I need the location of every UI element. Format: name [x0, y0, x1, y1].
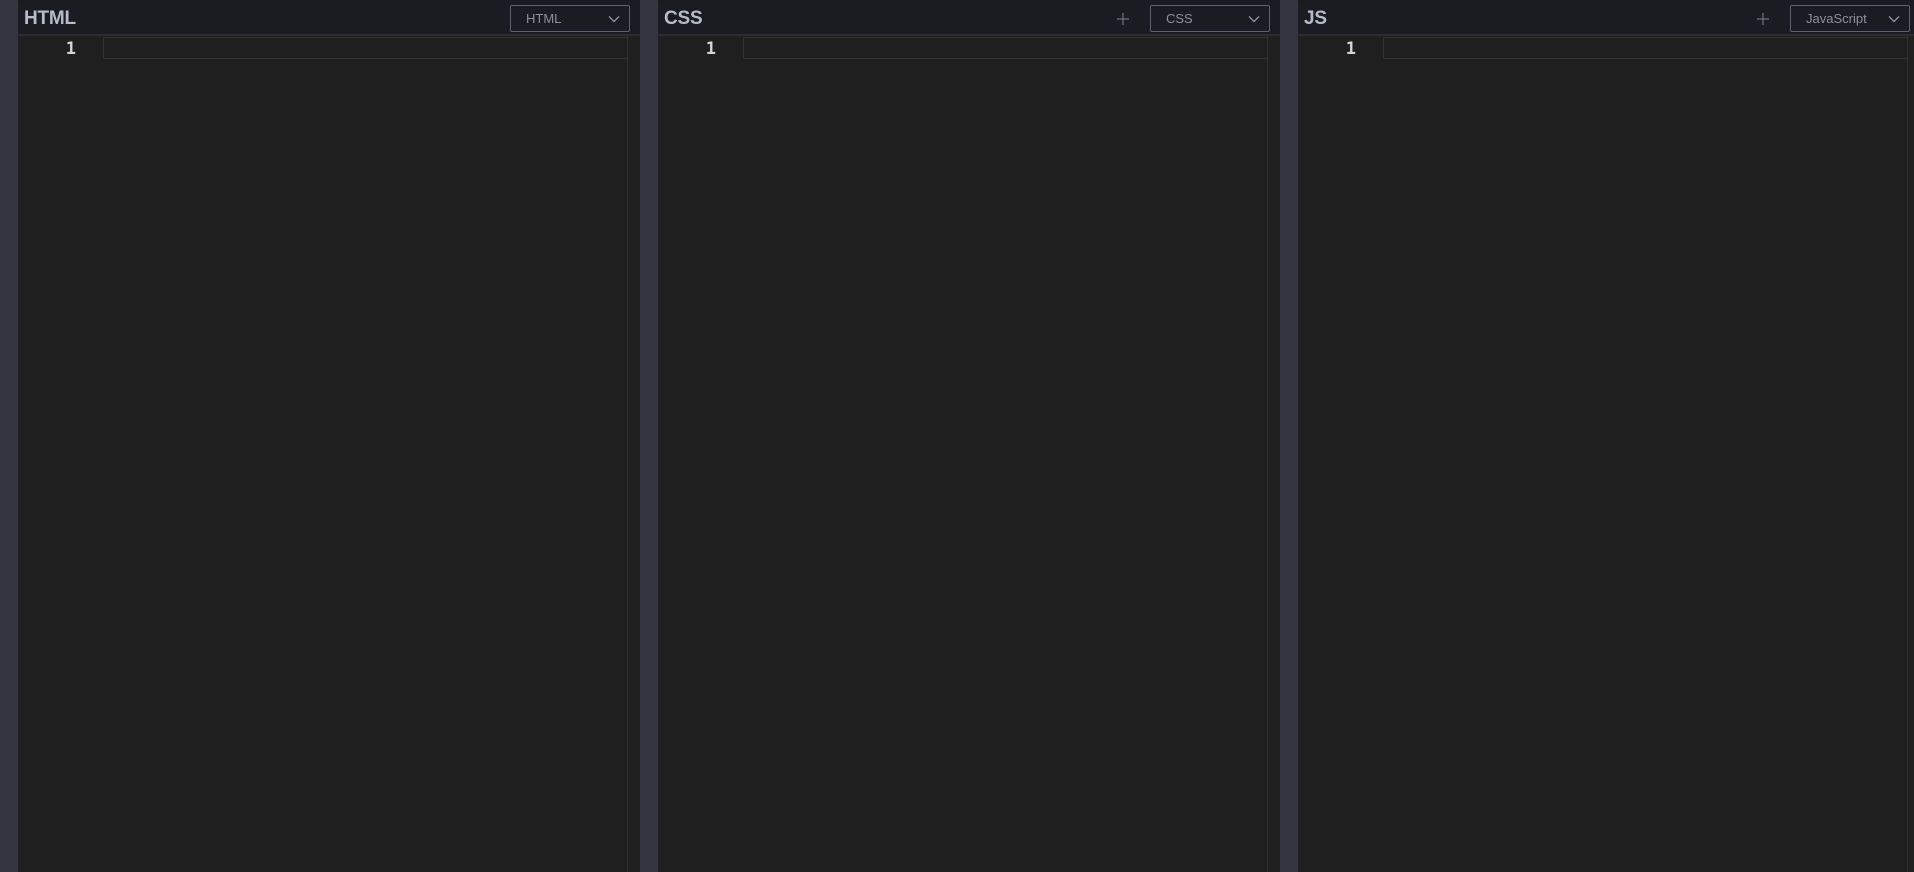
right-resize-gutter[interactable]	[1280, 0, 1298, 872]
html-language-select-value: HTML	[526, 11, 562, 26]
line-number: 1	[1345, 39, 1356, 59]
active-line-highlight	[1383, 37, 1914, 59]
css-language-select-value: CSS	[1166, 11, 1193, 26]
css-add-button[interactable]	[1110, 6, 1136, 32]
css-pane-title: CSS	[664, 7, 703, 29]
chevron-down-icon	[1888, 11, 1900, 26]
css-code-editor[interactable]: 1	[658, 36, 1280, 872]
plus-icon	[1116, 12, 1130, 26]
plus-icon	[1756, 12, 1770, 26]
js-language-select[interactable]: JavaScript	[1790, 5, 1910, 32]
chevron-down-icon	[608, 11, 620, 26]
js-language-select-value: JavaScript	[1806, 11, 1867, 26]
js-pane: JS JavaScript 1	[1298, 0, 1914, 872]
line-number: 1	[705, 39, 716, 59]
html-code-editor[interactable]: 1	[18, 36, 640, 872]
css-pane: CSS CSS 1	[658, 0, 1280, 872]
code-editor-app: HTML HTML 1 CSS CSS 1 JS JavaScript 1	[0, 0, 1914, 872]
css-pane-header: CSS CSS	[658, 0, 1280, 36]
editor-scrollbar[interactable]	[628, 36, 640, 872]
html-pane-title: HTML	[24, 7, 76, 29]
js-add-button[interactable]	[1750, 6, 1776, 32]
js-pane-title: JS	[1304, 7, 1327, 29]
html-pane: HTML HTML 1	[18, 0, 640, 872]
line-number: 1	[65, 39, 76, 59]
js-pane-header: JS JavaScript	[1298, 0, 1914, 36]
active-line-highlight	[743, 37, 1280, 59]
js-code-editor[interactable]: 1	[1298, 36, 1914, 872]
chevron-down-icon	[1248, 11, 1260, 26]
left-resize-gutter[interactable]	[0, 0, 18, 872]
editor-scrollbar[interactable]	[1268, 36, 1280, 872]
css-language-select[interactable]: CSS	[1150, 5, 1270, 32]
active-line-highlight	[103, 37, 640, 59]
editor-scrollbar[interactable]	[1908, 36, 1914, 872]
html-language-select[interactable]: HTML	[510, 5, 630, 32]
middle-resize-gutter[interactable]	[640, 0, 658, 872]
html-pane-header: HTML HTML	[18, 0, 640, 36]
